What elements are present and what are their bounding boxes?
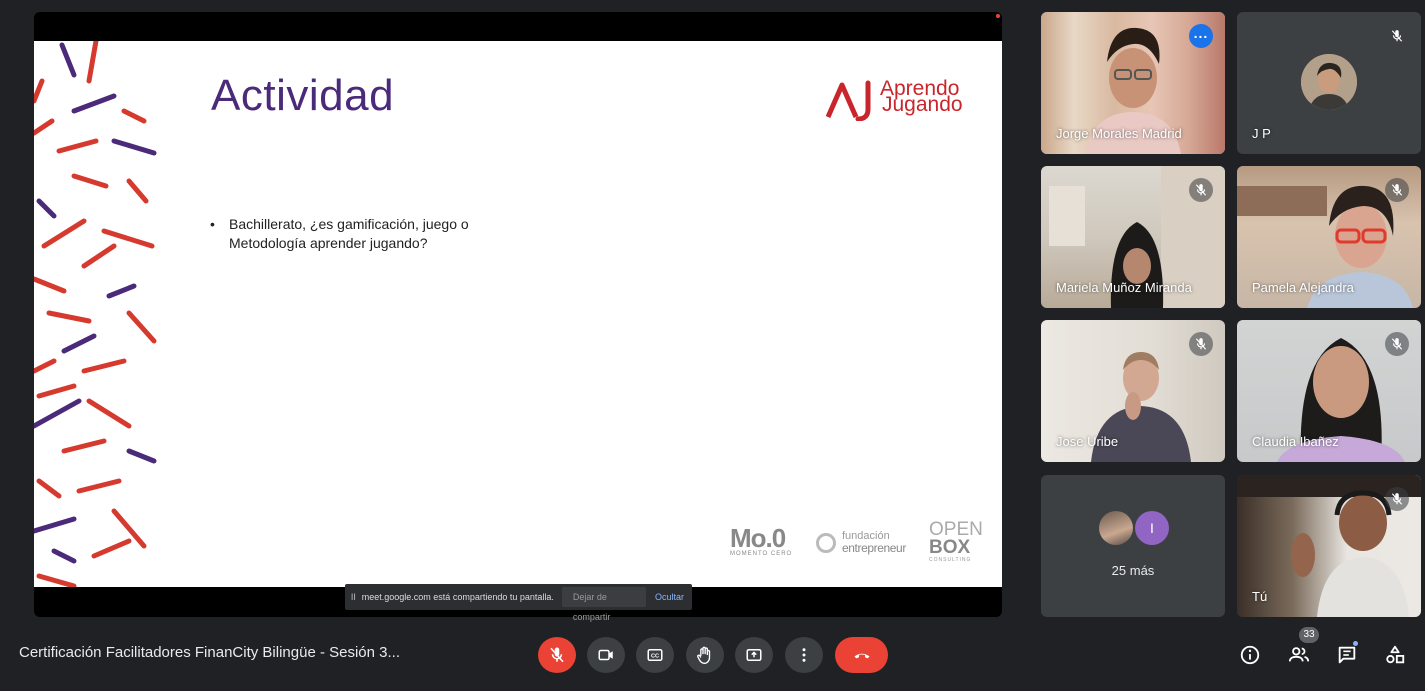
participant-name: Pamela Alejandra — [1252, 280, 1354, 295]
mic-off-icon — [1385, 24, 1409, 48]
mic-off-icon — [1385, 178, 1409, 202]
presentation-stage[interactable]: Actividad Aprendo Jugando • Bachillerato… — [34, 12, 1002, 617]
chat-notification-dot — [1353, 641, 1358, 646]
participant-tile[interactable]: Claudia Ibañez — [1237, 320, 1421, 462]
openbox-logo: OPEN BOX CONSULTING — [929, 520, 983, 563]
consulting-text: CONSULTING — [929, 557, 972, 563]
more-avatars: I — [1097, 511, 1169, 545]
captions-button[interactable]: CC — [636, 637, 674, 673]
more-participants-label: 25 más — [1111, 563, 1155, 578]
momento-cero-logo: Mo.0 MOMENTO CERO — [730, 525, 792, 557]
meeting-details-button[interactable] — [1236, 641, 1264, 669]
avatar-photo — [1301, 54, 1357, 110]
more-participants-tile[interactable]: I 25 más — [1041, 475, 1225, 617]
info-icon — [1240, 645, 1260, 665]
more-options-icon — [802, 648, 806, 662]
fundacion-entrepreneur-logo: fundación entrepreneur — [816, 530, 916, 558]
participant-name: Mariela Muñoz Miranda — [1056, 280, 1192, 295]
brand-line-2: Jugando — [882, 93, 963, 116]
avatar: I — [1135, 511, 1169, 545]
raise-hand-button[interactable] — [686, 637, 724, 673]
entrepreneur-text: entrepreneur — [842, 541, 906, 555]
bullet-marker: • — [210, 216, 215, 232]
activities-button[interactable] — [1381, 641, 1409, 669]
slide: Actividad Aprendo Jugando • Bachillerato… — [34, 41, 1002, 587]
svg-text:CC: CC — [651, 654, 659, 660]
hide-button[interactable]: Ocultar — [646, 592, 692, 602]
momento-cero-text: MOMENTO CERO — [730, 551, 793, 557]
self-view-tile[interactable]: Tú — [1237, 475, 1421, 617]
more-options-button[interactable] — [785, 637, 823, 673]
participant-name: Jorge Morales Madrid — [1056, 126, 1182, 141]
bullet-text: Bachillerato, ¿es gamificación, juego o … — [229, 216, 469, 251]
people-icon — [1288, 647, 1310, 662]
present-icon — [746, 649, 762, 661]
fundacion-circle-icon — [816, 533, 836, 553]
captions-icon: CC — [647, 649, 663, 661]
toggle-mic-button[interactable] — [538, 637, 576, 673]
participant-count-badge: 33 — [1299, 627, 1319, 643]
avatar — [1099, 511, 1133, 545]
participants-button[interactable] — [1285, 641, 1313, 669]
mic-off-icon — [550, 647, 564, 663]
toggle-camera-button[interactable] — [587, 637, 625, 673]
participant-tile[interactable]: Jose Uribe — [1041, 320, 1225, 462]
leave-call-button[interactable] — [835, 637, 888, 673]
mic-off-icon — [1189, 332, 1213, 356]
box-text: BOX — [929, 537, 971, 558]
screen-share-bar: II meet.google.com está compartiendo tu … — [345, 584, 692, 622]
recording-dot — [996, 14, 1000, 18]
present-now-button[interactable] — [735, 637, 773, 673]
participant-tile[interactable]: Pamela Alejandra — [1237, 166, 1421, 308]
participant-tile[interactable]: ... Jorge Morales Madrid — [1041, 12, 1225, 154]
momento-cero-mark: Mo.0 — [730, 523, 786, 553]
participant-name: Tú — [1252, 589, 1268, 604]
participant-name: Jose Uribe — [1056, 434, 1119, 449]
chat-icon — [1338, 646, 1356, 664]
stop-sharing-button[interactable]: Dejar de compartir — [561, 587, 646, 622]
share-message: meet.google.com está compartiendo tu pan… — [361, 592, 554, 602]
raise-hand-icon — [697, 646, 711, 664]
mic-off-icon — [1385, 332, 1409, 356]
end-call-icon — [854, 653, 869, 659]
slide-title: Actividad — [211, 71, 395, 120]
mic-off-icon — [1189, 178, 1213, 202]
drag-handle-icon[interactable]: II — [345, 592, 362, 602]
meeting-title: Certificación Facilitadores FinanCity Bi… — [19, 644, 400, 661]
participant-name: J P — [1252, 126, 1271, 141]
mic-off-icon — [1385, 487, 1409, 511]
slide-decoration — [34, 41, 157, 587]
aprendo-jugando-logo: Aprendo Jugando — [826, 78, 976, 121]
participant-tile[interactable]: J P — [1237, 12, 1421, 154]
activities-icon — [1386, 645, 1405, 664]
more-dots-icon[interactable]: ... — [1189, 24, 1213, 48]
participant-tile[interactable]: Mariela Muñoz Miranda — [1041, 166, 1225, 308]
avatar — [1301, 54, 1357, 110]
camera-icon — [598, 649, 613, 661]
participant-name: Claudia Ibañez — [1252, 434, 1339, 449]
aj-logo-mark — [826, 80, 871, 121]
